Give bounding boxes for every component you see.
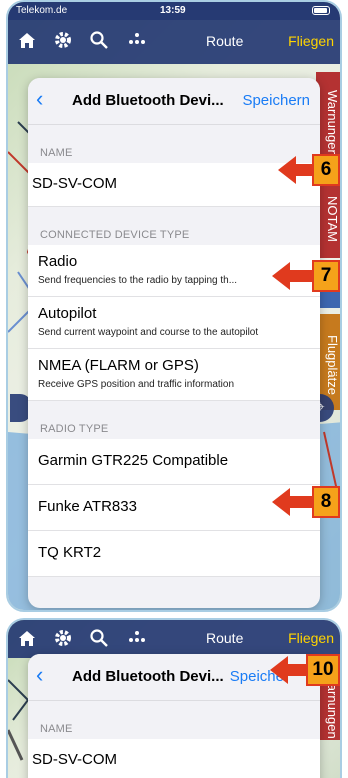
callout-number: 8 (312, 486, 340, 518)
sheet-nav-bar: ‹ Add Bluetooth Devi... Speichern (28, 78, 320, 125)
carrier-label: Telekom.de (16, 5, 68, 16)
sheet-title: Add Bluetooth Devi... (72, 92, 224, 109)
device-type-description: Receive GPS position and traffic informa… (38, 379, 235, 390)
fly-button[interactable]: Fliegen (288, 33, 334, 49)
radio-type-label: Garmin GTR225 Compatible (38, 452, 229, 469)
fly-button[interactable]: Fliegen (288, 630, 334, 646)
more-dots-icon[interactable] (126, 30, 148, 52)
callout-10: 10 (270, 654, 340, 686)
device-type-section-header: CONNECTED DEVICE TYPE (40, 229, 190, 241)
device-type-nmea[interactable]: NMEA (FLARM or GPS) Receive GPS position… (28, 349, 320, 401)
radio-type-label: TQ KRT2 (38, 544, 102, 561)
back-chevron-icon[interactable]: ‹ (36, 88, 43, 110)
name-value[interactable]: SD-SV-COM (28, 175, 117, 192)
callout-arrow (272, 488, 290, 516)
device-type-description: Send frequencies to the radio by tapping… (38, 275, 238, 286)
status-bar: Telekom.de 13:59 (8, 2, 340, 20)
callout-arrow (270, 656, 288, 684)
callout-7: 7 (272, 260, 340, 292)
device-type-autopilot[interactable]: Autopilot Send current waypoint and cour… (28, 297, 320, 349)
gear-icon[interactable] (52, 30, 74, 52)
name-section-header: NAME (40, 723, 73, 735)
radio-type-gtr225[interactable]: Garmin GTR225 Compatible (28, 439, 320, 485)
device-type-label: Radio (38, 253, 78, 270)
callout-number: 6 (312, 154, 340, 186)
device-type-label: Autopilot (38, 305, 97, 322)
add-bluetooth-device-sheet: ‹ Add Bluetooth Devi... Speichern NAME S… (28, 78, 320, 608)
radio-type-krt2[interactable]: TQ KRT2 (28, 531, 320, 577)
name-field[interactable]: SD-SV-COM (28, 739, 320, 778)
radio-type-label: Funke ATR833 (38, 498, 137, 515)
name-value[interactable]: SD-SV-COM (28, 751, 117, 768)
callout-arrow (272, 262, 290, 290)
home-icon[interactable] (16, 30, 38, 52)
screenshot-top: Telekom.de 13:59 Route Fliegen Warnungen… (6, 0, 342, 612)
name-field[interactable]: SD-SV-COM (28, 163, 320, 207)
callout-number: 7 (312, 260, 340, 292)
route-button[interactable]: Route (206, 630, 243, 646)
top-toolbar: Route Fliegen (8, 20, 340, 64)
gear-icon[interactable] (52, 628, 74, 650)
screenshot-bottom: Route Fliegen Warnungen ‹ Add Bluetooth … (6, 618, 342, 778)
device-type-description: Send current waypoint and course to the … (38, 327, 259, 338)
save-button[interactable]: Speichern (242, 92, 310, 109)
route-button[interactable]: Route (206, 33, 243, 49)
back-chevron-icon[interactable]: ‹ (36, 664, 43, 686)
top-toolbar: Route Fliegen (8, 620, 340, 658)
callout-8: 8 (272, 486, 340, 518)
search-icon[interactable] (88, 628, 110, 650)
sheet-title: Add Bluetooth Devi... (72, 668, 224, 685)
home-icon[interactable] (16, 628, 38, 650)
battery-icon (312, 6, 330, 15)
callout-arrow (278, 156, 296, 184)
more-dots-icon[interactable] (126, 628, 148, 650)
clock: 13:59 (160, 5, 186, 16)
callout-6: 6 (278, 154, 340, 186)
callout-number: 10 (306, 654, 340, 686)
name-section-header: NAME (40, 147, 73, 159)
search-icon[interactable] (88, 30, 110, 52)
radio-type-section-header: RADIO TYPE (40, 423, 109, 435)
device-type-label: NMEA (FLARM or GPS) (38, 357, 199, 374)
